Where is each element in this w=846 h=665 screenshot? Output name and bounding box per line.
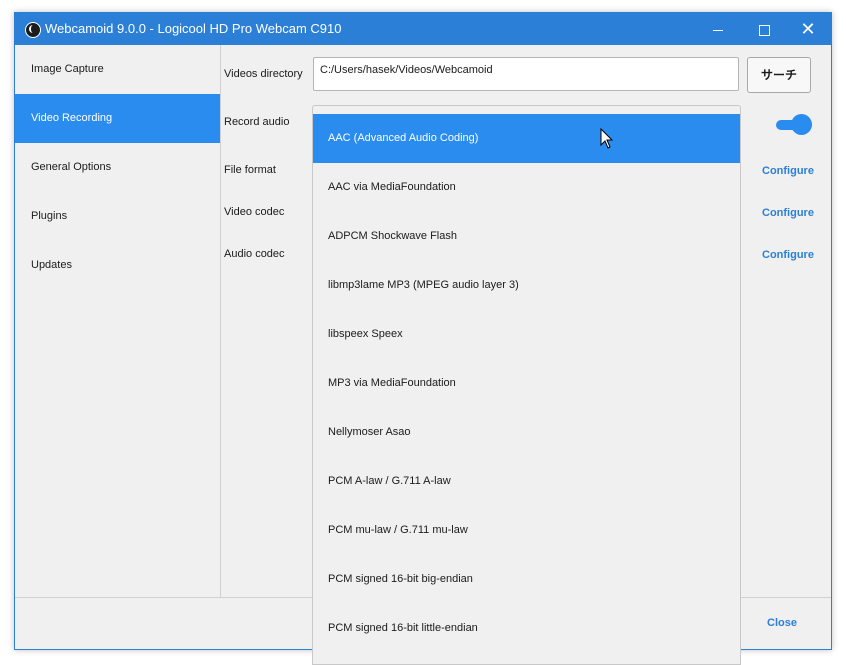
- video-codec-label: Video codec: [224, 206, 285, 218]
- dropdown-option[interactable]: PCM signed 16-bit little-endian: [313, 604, 740, 653]
- dropdown-option[interactable]: MP3 via MediaFoundation: [313, 359, 740, 408]
- close-button[interactable]: Close: [767, 617, 797, 629]
- mouse-cursor-icon: [600, 128, 614, 149]
- webcamoid-app-icon: [25, 22, 41, 38]
- dropdown-option[interactable]: Nellymoser Asao: [313, 408, 740, 457]
- dropdown-option[interactable]: AAC (Advanced Audio Coding): [313, 114, 740, 163]
- dropdown-option[interactable]: PCM A-law / G.711 A-law: [313, 457, 740, 506]
- maximize-button[interactable]: [741, 13, 787, 45]
- sidebar-item-video-recording[interactable]: Video Recording: [15, 94, 220, 143]
- dropdown-option[interactable]: libmp3lame MP3 (MPEG audio layer 3): [313, 261, 740, 310]
- dropdown-option[interactable]: libspeex Speex: [313, 310, 740, 359]
- videos-directory-label: Videos directory: [224, 68, 303, 80]
- sidebar-item-updates[interactable]: Updates: [15, 241, 220, 290]
- sidebar-item-general-options[interactable]: General Options: [15, 143, 220, 192]
- maximize-icon: [758, 24, 770, 36]
- minimize-icon: [713, 29, 723, 31]
- videos-directory-input[interactable]: C:/Users/hasek/Videos/Webcamoid: [313, 57, 739, 91]
- file-format-configure-link[interactable]: Configure: [762, 165, 814, 177]
- dropdown-option[interactable]: AAC via MediaFoundation: [313, 163, 740, 212]
- audio-codec-configure-link[interactable]: Configure: [762, 249, 814, 261]
- sidebar: Image Capture Video Recording General Op…: [15, 45, 221, 597]
- search-directory-button[interactable]: サーチ: [747, 57, 811, 93]
- record-audio-toggle[interactable]: [774, 114, 812, 136]
- dropdown-option[interactable]: PCM mu-law / G.711 mu-law: [313, 506, 740, 555]
- record-audio-label: Record audio: [224, 116, 290, 128]
- sidebar-item-plugins[interactable]: Plugins: [15, 192, 220, 241]
- dropdown-option[interactable]: PCM signed 16-bit big-endian: [313, 555, 740, 604]
- file-format-label: File format: [224, 164, 276, 176]
- close-icon: ✕: [800, 19, 816, 39]
- toggle-knob: [791, 114, 812, 135]
- minimize-button[interactable]: [695, 13, 741, 45]
- dropdown-option[interactable]: ADPCM Shockwave Flash: [313, 212, 740, 261]
- audio-codec-label: Audio codec: [224, 248, 285, 260]
- sidebar-item-image-capture[interactable]: Image Capture: [15, 45, 220, 94]
- video-codec-configure-link[interactable]: Configure: [762, 207, 814, 219]
- close-window-button[interactable]: ✕: [785, 13, 831, 45]
- title-bar[interactable]: Webcamoid 9.0.0 - Logicool HD Pro Webcam…: [15, 13, 831, 45]
- window-title: Webcamoid 9.0.0 - Logicool HD Pro Webcam…: [45, 21, 342, 36]
- audio-codec-dropdown-list[interactable]: AAC (Advanced Audio Coding) AAC via Medi…: [312, 105, 741, 665]
